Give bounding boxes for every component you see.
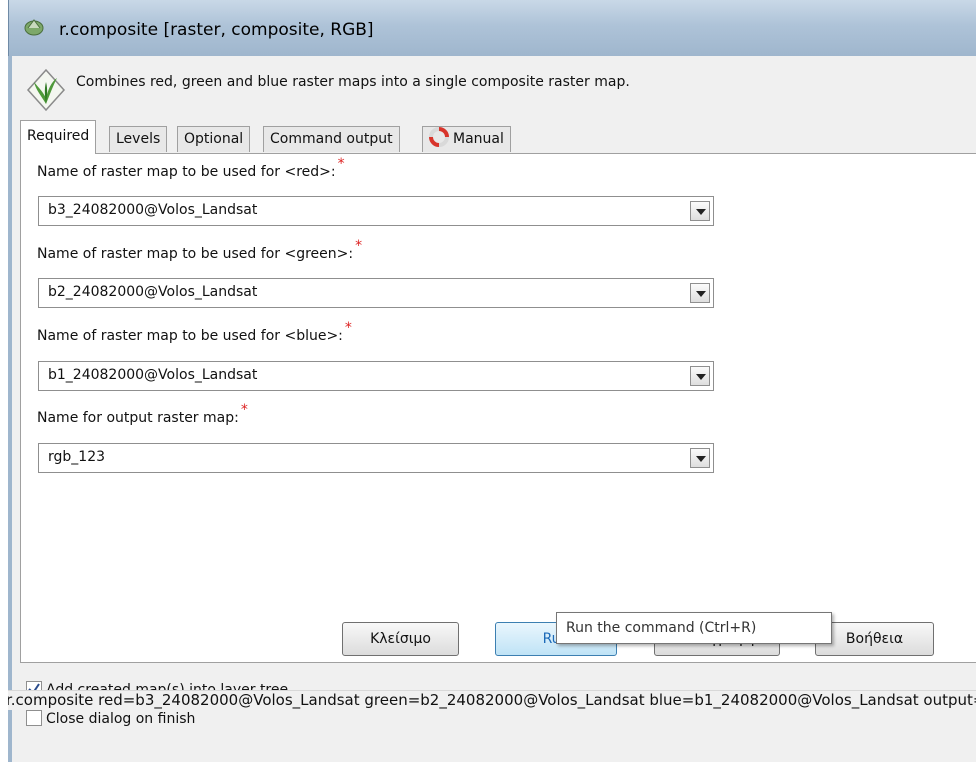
required-star: * xyxy=(355,238,363,254)
window-title: r.composite [raster, composite, RGB] xyxy=(59,20,374,40)
checkbox-label: Close dialog on finish xyxy=(46,711,196,727)
lifebuoy-icon xyxy=(429,127,449,155)
notebook-tabs: Required Levels Optional Command output … xyxy=(20,120,976,154)
combo-value: rgb_123 xyxy=(48,449,106,465)
tab-command-output[interactable]: Command output xyxy=(263,126,400,152)
grass-app-icon xyxy=(23,16,45,42)
required-star: * xyxy=(344,320,352,336)
green-map-label: Name of raster map to be used for <green… xyxy=(37,238,363,262)
checkbox-unchecked[interactable] xyxy=(26,710,42,726)
output-map-combobox[interactable]: rgb_123 xyxy=(38,443,714,473)
dropdown-arrow-icon[interactable] xyxy=(690,448,710,468)
dropdown-arrow-icon[interactable] xyxy=(690,366,710,386)
red-map-label: Name of raster map to be used for <red>:… xyxy=(37,156,345,180)
combo-value: b1_24082000@Volos_Landsat xyxy=(48,367,258,383)
run-tooltip: Run the command (Ctrl+R) xyxy=(556,612,832,644)
dropdown-arrow-icon[interactable] xyxy=(690,283,710,303)
output-map-label: Name for output raster map: * xyxy=(37,402,248,426)
blue-map-combobox[interactable]: b1_24082000@Volos_Landsat xyxy=(38,361,714,391)
command-line-bar: r.composite red=b3_24082000@Volos_Landsa… xyxy=(8,690,976,710)
dropdown-arrow-icon[interactable] xyxy=(690,201,710,221)
tab-label: Levels xyxy=(116,131,161,147)
description-text: Combines red, green and blue raster maps… xyxy=(76,74,630,90)
tab-label: Command output xyxy=(270,131,393,147)
tab-label: Optional xyxy=(184,131,244,147)
close-on-finish-option[interactable]: Close dialog on finish xyxy=(26,710,195,727)
combo-value: b3_24082000@Volos_Landsat xyxy=(48,202,258,218)
blue-map-label: Name of raster map to be used for <blue>… xyxy=(37,320,352,344)
command-line-text: r.composite red=b3_24082000@Volos_Landsa… xyxy=(8,691,976,709)
tab-optional[interactable]: Optional xyxy=(177,126,251,152)
dialog-body: Combines red, green and blue raster maps… xyxy=(8,56,976,762)
window-titlebar[interactable]: r.composite [raster, composite, RGB] xyxy=(8,0,976,56)
tab-levels[interactable]: Levels xyxy=(109,126,168,152)
close-button[interactable]: Κλείσιμο xyxy=(342,622,459,656)
tab-manual[interactable]: Manual xyxy=(422,126,511,152)
required-star: * xyxy=(240,402,248,418)
module-description: Combines red, green and blue raster maps… xyxy=(20,56,970,116)
required-panel: Name of raster map to be used for <red>:… xyxy=(20,153,976,663)
help-button[interactable]: Βοήθεια xyxy=(815,622,934,656)
tab-label: Manual xyxy=(453,131,504,147)
tab-label: Required xyxy=(27,128,90,144)
grass-logo-icon xyxy=(26,68,66,116)
tab-required[interactable]: Required xyxy=(20,120,97,154)
required-star: * xyxy=(337,156,345,172)
combo-value: b2_24082000@Volos_Landsat xyxy=(48,284,258,300)
red-map-combobox[interactable]: b3_24082000@Volos_Landsat xyxy=(38,196,714,226)
green-map-combobox[interactable]: b2_24082000@Volos_Landsat xyxy=(38,278,714,308)
